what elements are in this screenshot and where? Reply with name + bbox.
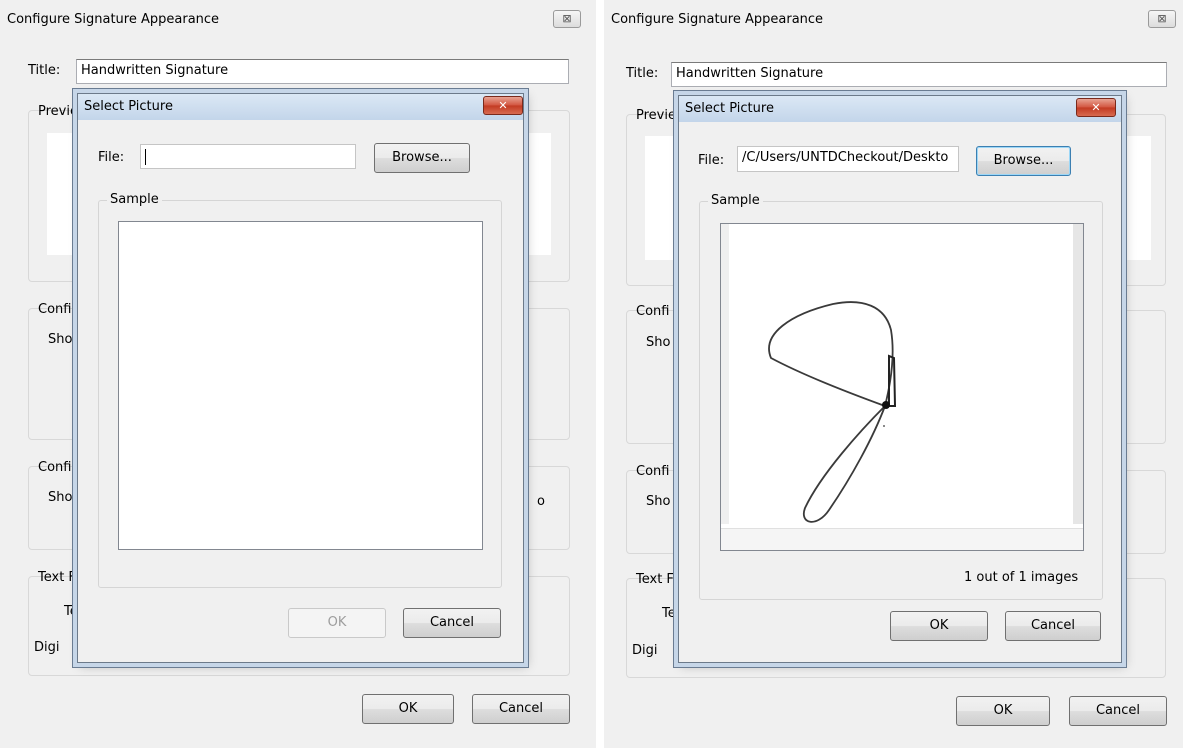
dialog-titlebar: Select Picture ✕ [78,94,523,120]
text-caret [145,149,146,165]
sample-image-area [720,223,1084,551]
close-icon: ✕ [1091,101,1101,114]
digits-label: Digi [34,640,60,655]
select-picture-dialog: Select Picture ✕ File: /C/Users/UNTDChec… [678,95,1122,663]
signature-lower-loop [802,405,886,523]
close-icon: ⊠ [1157,12,1167,25]
dialog-title: Select Picture [84,99,173,114]
browse-button[interactable]: Browse... [374,143,470,173]
cancel-button[interactable]: Cancel [1069,696,1167,726]
dialog-close-button[interactable]: ✕ [1076,98,1116,117]
horizontal-scrollbar[interactable] [721,528,1083,550]
title-label: Title: [28,63,61,78]
dialog-cancel-button[interactable]: Cancel [1005,611,1101,641]
preview-group-label: Previe [38,104,78,119]
configure-graphic-label: Confi [636,304,670,319]
close-icon: ✕ [498,99,508,112]
ok-button[interactable]: OK [362,694,454,724]
window-title: Configure Signature Appearance [611,12,824,27]
configure-graphic-label: Confi [38,302,72,317]
dialog-close-button[interactable]: ✕ [483,96,523,115]
ink-dot [883,425,885,427]
show-graphic-label: Sho [48,332,73,347]
digits-label: Digi [632,643,658,658]
sample-label: Sample [708,193,763,208]
sample-group: Sample [98,192,502,588]
right-configure-window: Configure Signature Appearance ⊠ Title: … [604,0,1183,748]
signature-blot [882,401,890,409]
title-input[interactable]: Handwritten Signature [76,59,569,84]
configure-text-label: Confi [38,460,72,475]
dialog-titlebar: Select Picture ✕ [679,96,1121,122]
configure-text-label: Confi [636,464,670,479]
ok-button[interactable]: OK [956,696,1050,726]
browse-button[interactable]: Browse... [976,146,1071,176]
image-count: 1 out of 1 images [964,570,1079,585]
file-label: File: [698,153,725,168]
file-input[interactable] [140,144,356,169]
show-graphic-label: Sho [646,335,671,350]
window-title: Configure Signature Appearance [7,12,220,27]
signature-upper-loop [768,301,894,408]
select-picture-dialog: Select Picture ✕ File: Browse... Sample … [77,93,524,663]
file-input[interactable]: /C/Users/UNTDCheckout/Deskto [737,146,959,172]
show-text-label: Sho [48,490,73,505]
window-close-button[interactable]: ⊠ [553,10,581,28]
text-direction-label: Te [662,606,676,621]
title-input[interactable]: Handwritten Signature [671,62,1167,87]
sample-image-area [118,221,483,550]
signature-image [768,301,897,523]
dialog-cancel-button[interactable]: Cancel [403,608,501,638]
dialog-ok-button[interactable]: OK [890,611,988,641]
dialog-ok-button[interactable]: OK [288,608,386,638]
text-properties-label: Text F [38,570,76,585]
text-properties-label: Text F [636,572,674,587]
clipped-text: o [537,494,545,509]
file-label: File: [98,150,125,165]
dialog-body: File: Browse... Sample OK Cancel [78,120,523,662]
preview-group-label: Previe [636,108,676,123]
sample-label: Sample [107,192,162,207]
cancel-button[interactable]: Cancel [472,694,570,724]
sample-group: Sample 1 out of 1 images [699,193,1103,600]
dialog-body: File: /C/Users/UNTDCheckout/Deskto Brows… [679,122,1121,662]
text-direction-label: Te [64,604,78,619]
show-text-label: Sho [646,494,671,509]
dialog-title: Select Picture [685,101,774,116]
left-configure-window: Configure Signature Appearance ⊠ Title: … [0,0,596,748]
title-label: Title: [626,66,659,81]
window-close-button[interactable]: ⊠ [1148,10,1176,28]
close-icon: ⊠ [562,12,572,25]
